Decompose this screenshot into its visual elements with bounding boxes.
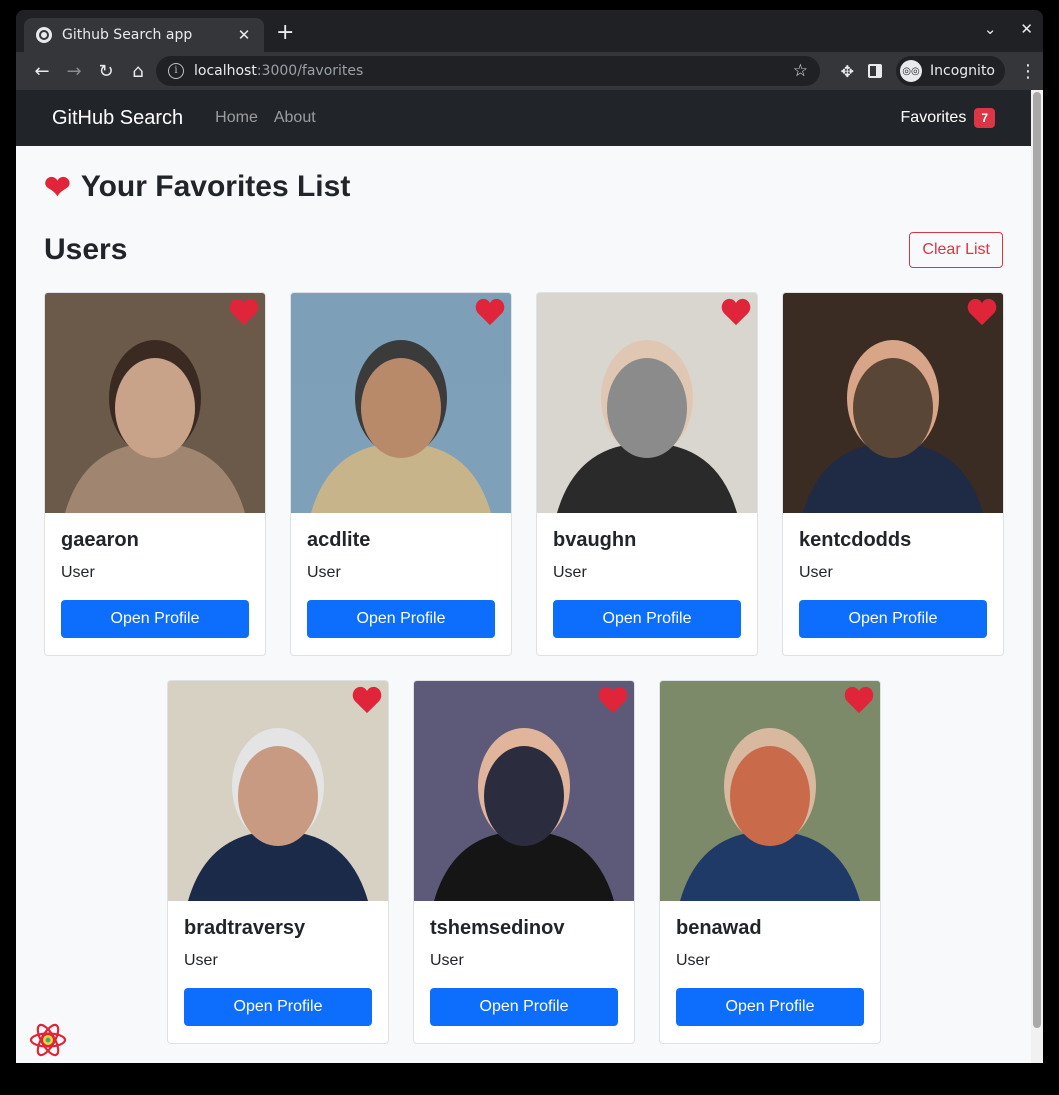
tab-title: Github Search app [62, 27, 193, 43]
user-type: User [676, 952, 710, 969]
heart-icon[interactable] [721, 297, 751, 327]
user-type: User [307, 564, 341, 581]
user-type: User [799, 564, 833, 581]
open-profile-button[interactable]: Open Profile [799, 600, 987, 638]
open-profile-button[interactable]: Open Profile [184, 988, 372, 1026]
favorites-grid: gaearon User Open Profile acdlite User O… [44, 292, 1004, 1062]
user-card: gaearon User Open Profile [44, 292, 266, 656]
user-type: User [553, 564, 587, 581]
reload-icon[interactable]: ↻ [90, 55, 122, 87]
user-card: bvaughn User Open Profile [536, 292, 758, 656]
username: acdlite [307, 529, 371, 551]
globe-icon [36, 27, 52, 43]
user-card: acdlite User Open Profile [290, 292, 512, 656]
bookmark-star-icon[interactable]: ☆ [793, 61, 808, 81]
address-bar[interactable]: i localhost:3000/favorites ☆ [156, 56, 820, 86]
heart-icon[interactable] [475, 297, 505, 327]
user-card: bradtraversy User Open Profile [167, 680, 389, 1044]
browser-toolbar: ← → ↻ ⌂ i localhost:3000/favorites ☆ ✥ ◎… [16, 52, 1043, 90]
scroll-thumb[interactable] [1033, 92, 1041, 1028]
page-scrollbar[interactable] [1031, 90, 1043, 1063]
page-title: ❤ Your Favorites List [44, 169, 351, 205]
user-card: tshemsedinov User Open Profile [413, 680, 635, 1044]
user-type: User [184, 952, 218, 969]
open-profile-button[interactable]: Open Profile [307, 600, 495, 638]
username: gaearon [61, 529, 139, 551]
incognito-icon: ◎◎ [900, 60, 923, 82]
page-viewport: GitHub Search Home About Favorites 7 ❤ Y… [16, 90, 1031, 1063]
heart-icon[interactable] [844, 685, 874, 715]
heart-icon[interactable] [352, 685, 382, 715]
user-type: User [61, 564, 95, 581]
open-profile-button[interactable]: Open Profile [676, 988, 864, 1026]
open-profile-button[interactable]: Open Profile [61, 600, 249, 638]
favorites-count-badge: 7 [974, 108, 995, 128]
heart-icon[interactable] [229, 297, 259, 327]
new-tab-icon[interactable]: + [276, 22, 294, 44]
section-title: Users [44, 233, 128, 266]
heart-icon[interactable] [967, 297, 997, 327]
open-profile-button[interactable]: Open Profile [553, 600, 741, 638]
brand[interactable]: GitHub Search [52, 107, 183, 130]
favorites-link[interactable]: Favorites 7 [901, 108, 995, 128]
user-card: benawad User Open Profile [659, 680, 881, 1044]
side-panel-icon[interactable] [868, 64, 883, 78]
info-icon[interactable]: i [168, 63, 184, 79]
user-card: kentcdodds User Open Profile [782, 292, 1004, 656]
nav-link-home[interactable]: Home [215, 109, 258, 127]
back-icon[interactable]: ← [26, 55, 58, 87]
clear-list-button[interactable]: Clear List [909, 232, 1003, 268]
close-tab-icon[interactable]: ✕ [236, 26, 252, 44]
nav-link-about[interactable]: About [274, 109, 316, 127]
username: bvaughn [553, 529, 637, 551]
heart-icon[interactable] [598, 685, 628, 715]
tab-search-icon[interactable]: ⌄ [984, 20, 997, 38]
menu-icon[interactable]: ⋮ [1019, 61, 1037, 82]
username: kentcdodds [799, 529, 912, 551]
forward-icon[interactable]: → [58, 55, 90, 87]
incognito-profile-button[interactable]: ◎◎ Incognito [896, 56, 1005, 86]
extensions-icon[interactable]: ✥ [841, 62, 854, 81]
browser-tab[interactable]: Github Search app ✕ [24, 18, 264, 52]
window-close-icon[interactable]: ✕ [1020, 20, 1033, 38]
username: tshemsedinov [430, 917, 565, 939]
tab-strip: Github Search app ✕ + ⌄ ✕ [16, 10, 1043, 52]
url-text: localhost:3000/favorites [194, 63, 364, 79]
open-profile-button[interactable]: Open Profile [430, 988, 618, 1026]
heart-icon: ❤ [44, 169, 71, 205]
username: bradtraversy [184, 917, 306, 939]
browser-window: Github Search app ✕ + ⌄ ✕ ← → ↻ ⌂ i loca… [16, 10, 1043, 1063]
app-navbar: GitHub Search Home About Favorites 7 [16, 90, 1031, 146]
home-icon[interactable]: ⌂ [122, 55, 154, 87]
react-logo-icon[interactable] [28, 1020, 68, 1060]
username: benawad [676, 917, 762, 939]
user-type: User [430, 952, 464, 969]
